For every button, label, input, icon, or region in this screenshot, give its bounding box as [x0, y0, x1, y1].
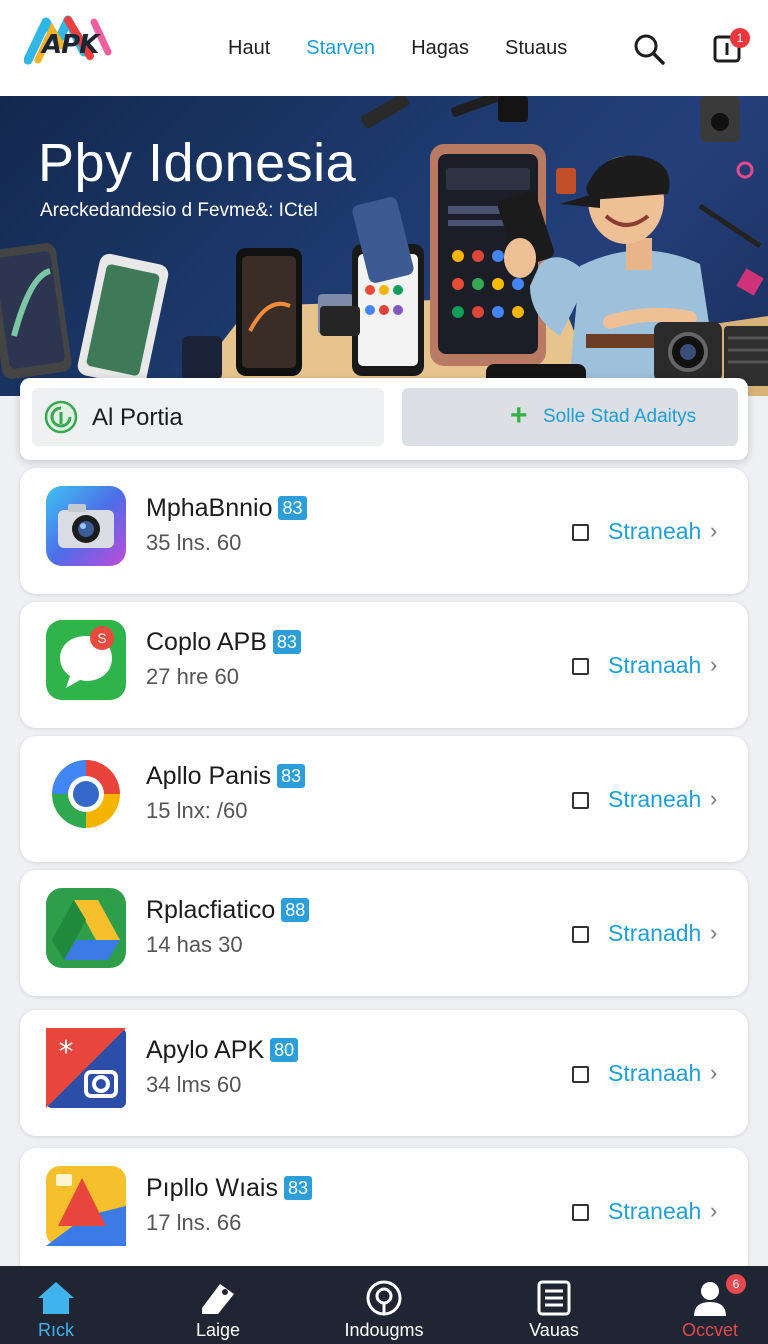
hero-subtitle: Areckedandesio d Fevme&: ICtel: [40, 200, 318, 221]
app-action-link[interactable]: Stranadh: [608, 920, 701, 947]
select-checkbox[interactable]: [572, 926, 589, 943]
app-name: Pıpllo Wıais 83: [146, 1174, 313, 1203]
version-badge: 83: [278, 496, 307, 520]
select-checkbox[interactable]: [572, 524, 589, 541]
hero-banner: Pþy Idonesia Areckedandesio d Fevme&: IC…: [0, 96, 768, 396]
app-name: Apylo APK 80: [146, 1036, 299, 1065]
app-meta: 17 lns. 66: [146, 1210, 242, 1235]
nav-link-stuaus[interactable]: Stuaus: [505, 37, 567, 60]
hero-title: Pþy Idonesia: [38, 133, 357, 193]
chat-app-icon: S: [46, 620, 126, 700]
tab-all-apps-label: Al Portia: [92, 404, 183, 431]
app-meta: 14 has 30: [146, 932, 243, 957]
bottom-nav-target[interactable]: Indougms: [314, 1266, 454, 1344]
app-action-link[interactable]: Straneah: [608, 786, 701, 813]
bottom-navigation: Rıck Laige Indougms Vauas 6 Occvet: [0, 1266, 768, 1344]
photo-app-icon: *: [46, 1028, 126, 1108]
bottom-nav-label: Vauas: [529, 1320, 579, 1340]
camera-app-icon: [46, 486, 126, 566]
app-action-link[interactable]: Straneah: [608, 518, 701, 545]
app-meta: 35 lns. 60: [146, 530, 242, 555]
home-icon: [38, 1282, 74, 1314]
select-checkbox[interactable]: [572, 1204, 589, 1221]
list-item-app-2[interactable]: S Coplo APB 83 27 hre 60 Stranaah ›: [20, 602, 748, 728]
list-icon: [537, 1280, 571, 1316]
version-badge: 80: [270, 1038, 299, 1062]
browser-app-icon: [46, 754, 126, 834]
app-action-link[interactable]: Stranaah: [608, 652, 701, 679]
chevron-right-icon: ›: [710, 920, 718, 945]
nav-link-starven[interactable]: Starven: [306, 37, 375, 60]
chevron-right-icon: ›: [710, 1060, 718, 1085]
app-meta: 34 lms 60: [146, 1072, 242, 1097]
chevron-right-icon: ›: [710, 518, 718, 543]
app-action-link[interactable]: Stranaah: [608, 1060, 701, 1087]
chevron-right-icon: ›: [710, 786, 718, 811]
version-badge: 83: [277, 764, 306, 788]
top-navigation-bar: APK Haut Starven Hagas Stuaus 1: [0, 0, 768, 96]
bottom-nav-profile[interactable]: 6 Occvet: [640, 1266, 768, 1344]
version-badge: 88: [281, 898, 310, 922]
list-item-app-4[interactable]: Rplacfiatico 88 14 has 30 Stranadh ›: [20, 870, 748, 996]
slides-app-icon: [46, 1166, 126, 1246]
app-name: MphaBnnio 83: [146, 494, 307, 523]
app-name: Apllo Panis 83: [146, 762, 306, 791]
select-checkbox[interactable]: [572, 658, 589, 675]
app-meta: 27 hre 60: [146, 664, 239, 689]
app-action-link[interactable]: Straneah: [608, 1198, 701, 1225]
profile-icon: [694, 1282, 726, 1316]
bottom-nav-label: Indougms: [344, 1320, 424, 1340]
chevron-right-icon: ›: [710, 652, 718, 677]
bottom-nav-label: Laige: [195, 1320, 241, 1340]
plus-icon: +: [510, 399, 528, 432]
refresh-leaf-icon: [44, 400, 78, 434]
tab-all-apps[interactable]: Al Portia: [32, 388, 384, 446]
tag-icon: [202, 1284, 234, 1314]
bottom-nav-label: Occvet: [681, 1320, 738, 1340]
select-checkbox[interactable]: [572, 1066, 589, 1083]
list-item-app-5[interactable]: * Apylo APK 80 34 lms 60 Stranaah ›: [20, 1010, 748, 1136]
nav-link-haut[interactable]: Haut: [228, 37, 270, 60]
search-icon: [634, 34, 665, 65]
list-item-app-3[interactable]: Apllo Panis 83 15 lnx: /60 Straneah ›: [20, 736, 748, 862]
bottom-nav-tag[interactable]: Laige: [148, 1266, 288, 1344]
filter-tabs: Al Portia + Solle Stad Adaitys: [20, 378, 748, 460]
app-meta: 15 lnx: /60: [146, 798, 248, 823]
app-name: Coplo APB 83: [146, 628, 301, 657]
bottom-nav-home[interactable]: Rıck: [0, 1266, 126, 1344]
svg-text:S: S: [97, 630, 106, 646]
drive-app-icon: [46, 888, 126, 968]
version-badge: 83: [283, 1176, 313, 1200]
svg-text:*: *: [59, 1035, 74, 1070]
nav-link-hagas[interactable]: Hagas: [411, 37, 469, 60]
list-item-app-6[interactable]: Pıpllo Wıais 83 17 lns. 66 Straneah ›: [20, 1148, 748, 1278]
bottom-nav-label: Rıck: [38, 1320, 74, 1340]
main-nav: Haut Starven Hagas Stuaus: [228, 0, 567, 96]
chevron-right-icon: ›: [710, 1198, 718, 1223]
version-badge: 83: [272, 630, 301, 654]
select-checkbox[interactable]: [572, 792, 589, 809]
app-name: Rplacfiatico 88: [146, 896, 310, 925]
notification-badge: 1: [730, 28, 750, 48]
list-item-app-1[interactable]: MphaBnnio 83 35 lns. 60 Straneah ›: [20, 468, 748, 594]
tab-add-apps[interactable]: + Solle Stad Adaitys: [402, 388, 738, 446]
target-icon: [366, 1280, 402, 1316]
profile-badge: 6: [726, 1274, 746, 1294]
logo-text: APK: [42, 30, 99, 60]
bottom-nav-list[interactable]: Vauas: [484, 1266, 624, 1344]
tab-add-apps-label: Solle Stad Adaitys: [543, 406, 697, 427]
search-button[interactable]: [632, 32, 666, 66]
